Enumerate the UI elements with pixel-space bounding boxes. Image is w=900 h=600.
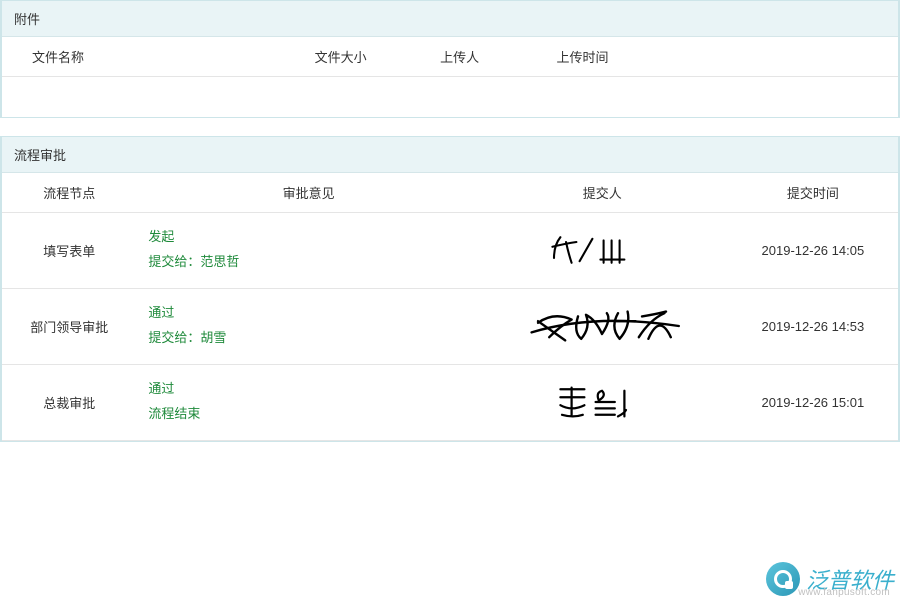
time-cell: 2019-12-26 14:05 (728, 212, 898, 288)
table-row: 填写表单 发起 提交给：范思哲 2019-12-26 14:05 (2, 212, 898, 288)
col-file-name: 文件名称 (2, 37, 307, 77)
attachments-table: 文件名称 文件大小 上传人 上传时间 (2, 37, 898, 117)
col-uploader: 上传人 (432, 37, 548, 77)
table-header-row: 流程节点 审批意见 提交人 提交时间 (2, 173, 898, 213)
table-row: 部门领导审批 通过 提交给：胡雪 (2, 288, 898, 364)
node-cell: 总裁审批 (2, 364, 136, 440)
node-cell: 部门领导审批 (2, 288, 136, 364)
opinion-forward: 提交给：范思哲 (148, 250, 468, 275)
approval-title: 流程审批 (2, 137, 898, 173)
attachments-title: 附件 (2, 1, 898, 37)
opinion-cell: 通过 流程结束 (136, 364, 476, 440)
time-cell: 2019-12-26 14:53 (728, 288, 898, 364)
signature-image (485, 375, 720, 430)
opinion-cell: 发起 提交给：范思哲 (136, 212, 476, 288)
col-submitter: 提交人 (477, 173, 728, 213)
signature-cell (477, 288, 728, 364)
watermark-url: www.fanpusoft.com (798, 587, 890, 598)
opinion-action: 发起 (148, 225, 468, 250)
signature-cell (477, 364, 728, 440)
col-submit-time: 提交时间 (728, 173, 898, 213)
opinion-forward: 流程结束 (148, 402, 468, 427)
signature-image (485, 223, 720, 278)
time-cell: 2019-12-26 15:01 (728, 364, 898, 440)
signature-cell (477, 212, 728, 288)
col-opinion: 审批意见 (136, 173, 476, 213)
table-row: 总裁审批 通过 流程结束 2019-12-26 15:01 (2, 364, 898, 440)
col-node: 流程节点 (2, 173, 136, 213)
node-cell: 填写表单 (2, 212, 136, 288)
opinion-cell: 通过 提交给：胡雪 (136, 288, 476, 364)
col-upload-time: 上传时间 (549, 37, 719, 77)
opinion-forward: 提交给：胡雪 (148, 326, 468, 351)
table-header-row: 文件名称 文件大小 上传人 上传时间 (2, 37, 898, 77)
attachments-panel: 附件 文件名称 文件大小 上传人 上传时间 (0, 0, 900, 118)
col-blank-1 (719, 37, 809, 77)
logo-icon (766, 562, 800, 596)
approval-table: 流程节点 审批意见 提交人 提交时间 填写表单 发起 提交给：范思哲 (2, 173, 898, 441)
opinion-action: 通过 (148, 301, 468, 326)
approval-panel: 流程审批 流程节点 审批意见 提交人 提交时间 填写表单 发起 提交给：范思哲 (0, 136, 900, 442)
watermark: 泛普软件 www.fanpusoft.com (766, 562, 894, 596)
col-file-size: 文件大小 (307, 37, 432, 77)
opinion-action: 通过 (148, 377, 468, 402)
empty-row (2, 77, 898, 117)
signature-image (485, 299, 720, 354)
col-blank-2 (808, 37, 898, 77)
